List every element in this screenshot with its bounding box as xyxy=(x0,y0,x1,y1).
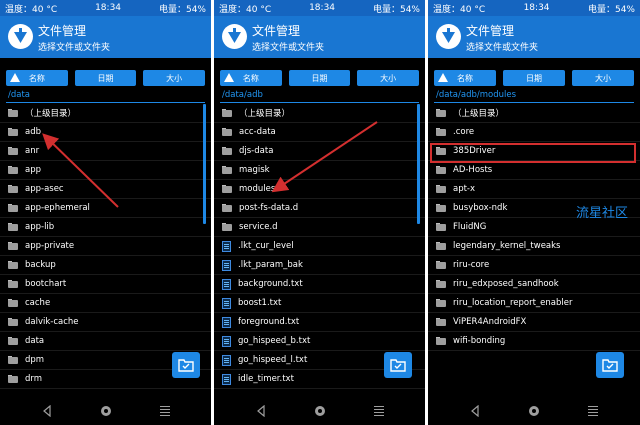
arrow-to-adb xyxy=(42,133,119,208)
annotation-arrows xyxy=(42,121,378,208)
watermark: 流星社区 xyxy=(576,206,629,221)
arrow-to-modules xyxy=(271,121,378,193)
